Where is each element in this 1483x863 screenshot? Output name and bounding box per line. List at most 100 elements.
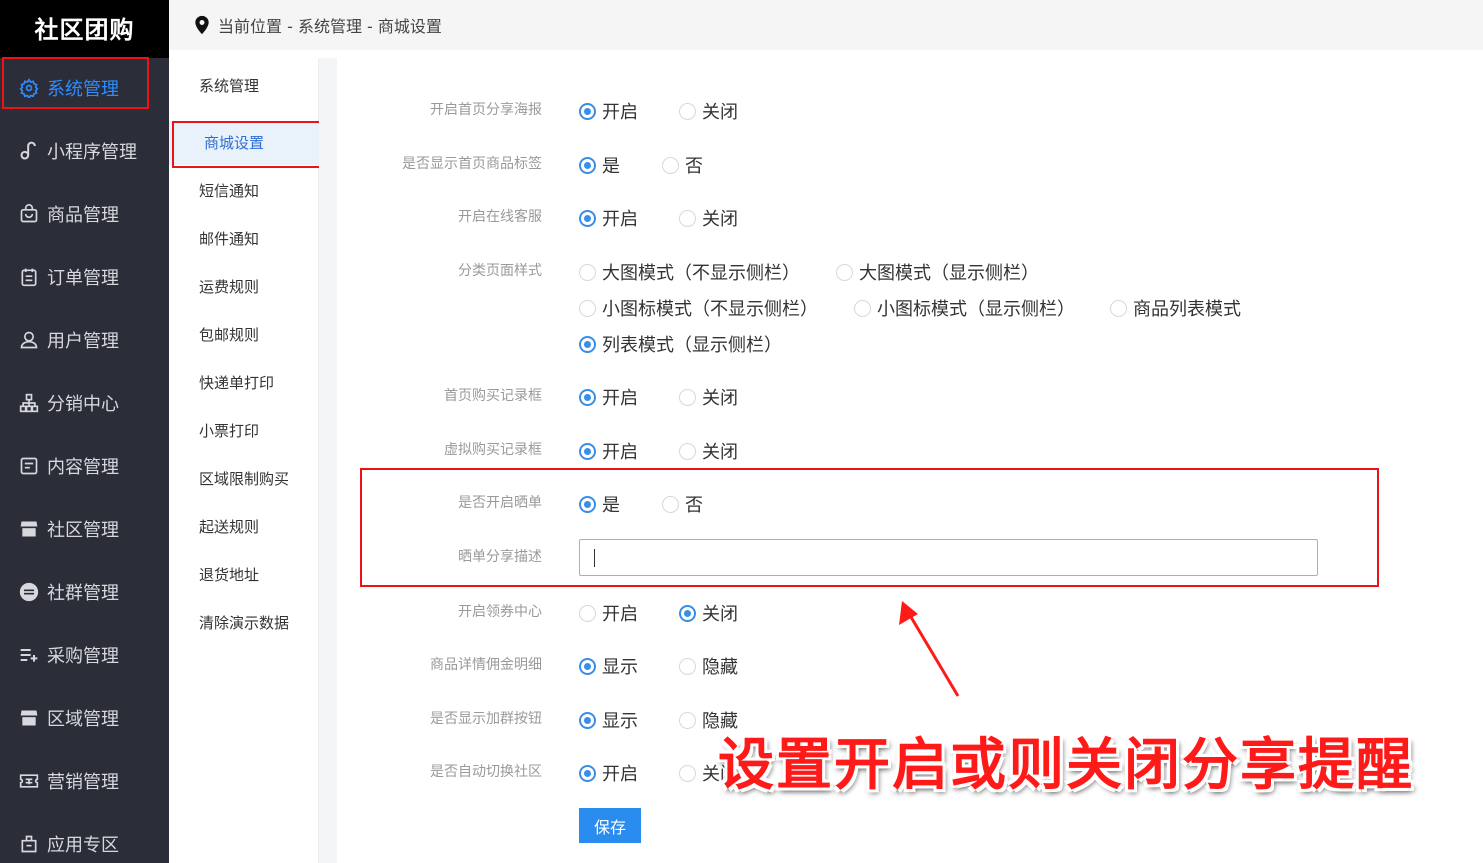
radio-coupon-center-off[interactable]: 关闭 xyxy=(679,600,738,626)
submenu-item-shipping-rules[interactable]: 运费规则 xyxy=(169,265,319,309)
label-auto-switch: 是否自动切换社区 xyxy=(430,764,542,780)
radio-share-poster-on[interactable]: 开启 xyxy=(579,98,638,124)
radio-dot xyxy=(679,442,696,460)
submenu-item-min-order[interactable]: 起送规则 xyxy=(169,505,319,549)
breadcrumb: 当前位置 - 系统管理 - 商城设置 xyxy=(218,17,442,36)
brand-logo: 社区团购 xyxy=(0,0,169,58)
submenu-item-region-limit[interactable]: 区域限制购买 xyxy=(169,457,319,501)
radio-enable-showoff-yes[interactable]: 是 xyxy=(579,491,620,517)
radio-dot xyxy=(836,263,853,281)
radio-online-service-on[interactable]: 开启 xyxy=(579,205,638,231)
sidebar-item-miniprogram[interactable]: 小程序管理 xyxy=(0,126,169,176)
sidebar-item-label: 采购管理 xyxy=(47,646,119,667)
radio-virtual-record-on[interactable]: 开启 xyxy=(579,438,638,464)
sidebar-item-marketing[interactable]: 营销管理 xyxy=(0,756,169,806)
radio-dot xyxy=(579,209,596,227)
sidebar-item-content[interactable]: 内容管理 xyxy=(0,441,169,491)
sidebar-item-distribution[interactable]: 分销中心 xyxy=(0,378,169,428)
radio-online-service-off[interactable]: 关闭 xyxy=(679,205,738,231)
sidebar-item-apps[interactable]: 应用专区 xyxy=(0,819,169,863)
radio-dot xyxy=(1110,299,1127,317)
sidebar-item-label: 社群管理 xyxy=(47,583,119,604)
label-enable-showoff: 是否开启晒单 xyxy=(458,495,542,511)
sidebar-item-regions[interactable]: 区域管理 xyxy=(0,693,169,743)
breadcrumb-bar: 当前位置 - 系统管理 - 商城设置 xyxy=(169,0,1483,50)
radio-dot xyxy=(679,657,696,675)
label-category-style: 分类页面样式 xyxy=(458,263,542,279)
submenu-item-waybill-print[interactable]: 快递单打印 xyxy=(169,361,319,405)
radio-style-large-sidebar[interactable]: 大图模式（显示侧栏） xyxy=(836,259,1039,285)
sidebar-item-label: 分销中心 xyxy=(47,394,119,415)
showoff-desc-input[interactable] xyxy=(579,539,1318,576)
radio-style-large-no-sidebar[interactable]: 大图模式（不显示侧栏） xyxy=(579,259,800,285)
radio-show-tags-yes[interactable]: 是 xyxy=(579,152,620,178)
user-icon xyxy=(18,329,40,351)
radio-dot xyxy=(679,102,696,120)
radio-dot xyxy=(579,657,596,675)
radio-dot xyxy=(579,388,596,406)
label-showoff-desc: 晒单分享描述 xyxy=(458,549,542,565)
submenu-item-email[interactable]: 邮件通知 xyxy=(169,217,319,261)
divider xyxy=(319,58,337,863)
radio-dot xyxy=(579,764,596,782)
sidebar-item-users[interactable]: 用户管理 xyxy=(0,315,169,365)
radio-coupon-center-on[interactable]: 开启 xyxy=(579,600,638,626)
sidebar-item-label: 商品管理 xyxy=(47,205,119,226)
radio-dot xyxy=(579,299,596,317)
radio-dot xyxy=(579,335,596,353)
label-virtual-record: 虚拟购买记录框 xyxy=(444,442,542,458)
radio-dot xyxy=(579,711,596,729)
save-button[interactable]: 保存 xyxy=(579,808,641,843)
group-icon xyxy=(18,581,40,603)
sidebar-item-label: 小程序管理 xyxy=(47,142,137,163)
radio-style-list-sidebar[interactable]: 列表模式（显示侧栏） xyxy=(579,331,782,357)
radio-style-small-no-sidebar[interactable]: 小图标模式（不显示侧栏） xyxy=(579,295,818,321)
submenu-item-free-shipping[interactable]: 包邮规则 xyxy=(169,313,319,357)
sidebar-item-groups[interactable]: 社群管理 xyxy=(0,567,169,617)
radio-dot xyxy=(579,495,596,513)
list-add-icon xyxy=(18,644,40,666)
label-share-poster: 开启首页分享海报 xyxy=(430,102,542,118)
radio-share-poster-off[interactable]: 关闭 xyxy=(679,98,738,124)
submenu-item-sms[interactable]: 短信通知 xyxy=(169,169,319,213)
submenu-item-mall-settings[interactable]: 商城设置 xyxy=(169,121,319,165)
submenu-item-system[interactable]: 系统管理 xyxy=(169,64,319,108)
sidebar-item-orders[interactable]: 订单管理 xyxy=(0,252,169,302)
label-show-tags: 是否显示首页商品标签 xyxy=(402,156,542,172)
radio-dot xyxy=(662,495,679,513)
radio-style-small-sidebar[interactable]: 小图标模式（显示侧栏） xyxy=(854,295,1075,321)
radio-dot xyxy=(579,604,596,622)
submenu-item-clear-demo[interactable]: 清除演示数据 xyxy=(169,601,319,645)
radio-show-tags-no[interactable]: 否 xyxy=(662,152,703,178)
document-icon xyxy=(18,455,40,477)
sidebar-item-purchase[interactable]: 采购管理 xyxy=(0,630,169,680)
submenu-item-receipt-print[interactable]: 小票打印 xyxy=(169,409,319,453)
annotation-text: 设置开启或则关闭分享提醒 xyxy=(718,733,1414,798)
radio-enable-showoff-no[interactable]: 否 xyxy=(662,491,703,517)
radio-style-product-list[interactable]: 商品列表模式 xyxy=(1110,295,1241,321)
clipboard-icon xyxy=(18,266,40,288)
radio-join-group-show[interactable]: 显示 xyxy=(579,707,638,733)
radio-commission-show[interactable]: 显示 xyxy=(579,653,638,679)
app-root: 社区团购 系统管理 小程序管理 商品管理 订单管理 用户管理 分销中心 内容管理 xyxy=(0,0,1483,863)
radio-auto-switch-on[interactable]: 开启 xyxy=(579,760,638,786)
text-caret xyxy=(594,549,595,567)
ticket-icon xyxy=(18,770,40,792)
radio-purchase-record-on[interactable]: 开启 xyxy=(579,384,638,410)
store-icon xyxy=(18,707,40,729)
radio-dot xyxy=(579,263,596,281)
radio-dot xyxy=(662,156,679,174)
radio-commission-hide[interactable]: 隐藏 xyxy=(679,653,738,679)
location-pin-icon xyxy=(195,15,209,35)
sidebar-item-products[interactable]: 商品管理 xyxy=(0,189,169,239)
label-coupon-center: 开启领券中心 xyxy=(458,604,542,620)
radio-virtual-record-off[interactable]: 关闭 xyxy=(679,438,738,464)
submenu-item-return-address[interactable]: 退货地址 xyxy=(169,553,319,597)
radio-purchase-record-off[interactable]: 关闭 xyxy=(679,384,738,410)
sidebar-item-label: 用户管理 xyxy=(47,331,119,352)
sidebar-item-community[interactable]: 社区管理 xyxy=(0,504,169,554)
sidebar-item-label: 内容管理 xyxy=(47,457,119,478)
label-join-group-btn: 是否显示加群按钮 xyxy=(430,711,542,727)
label-online-service: 开启在线客服 xyxy=(458,209,542,225)
sidebar-item-system[interactable]: 系统管理 xyxy=(0,63,169,113)
